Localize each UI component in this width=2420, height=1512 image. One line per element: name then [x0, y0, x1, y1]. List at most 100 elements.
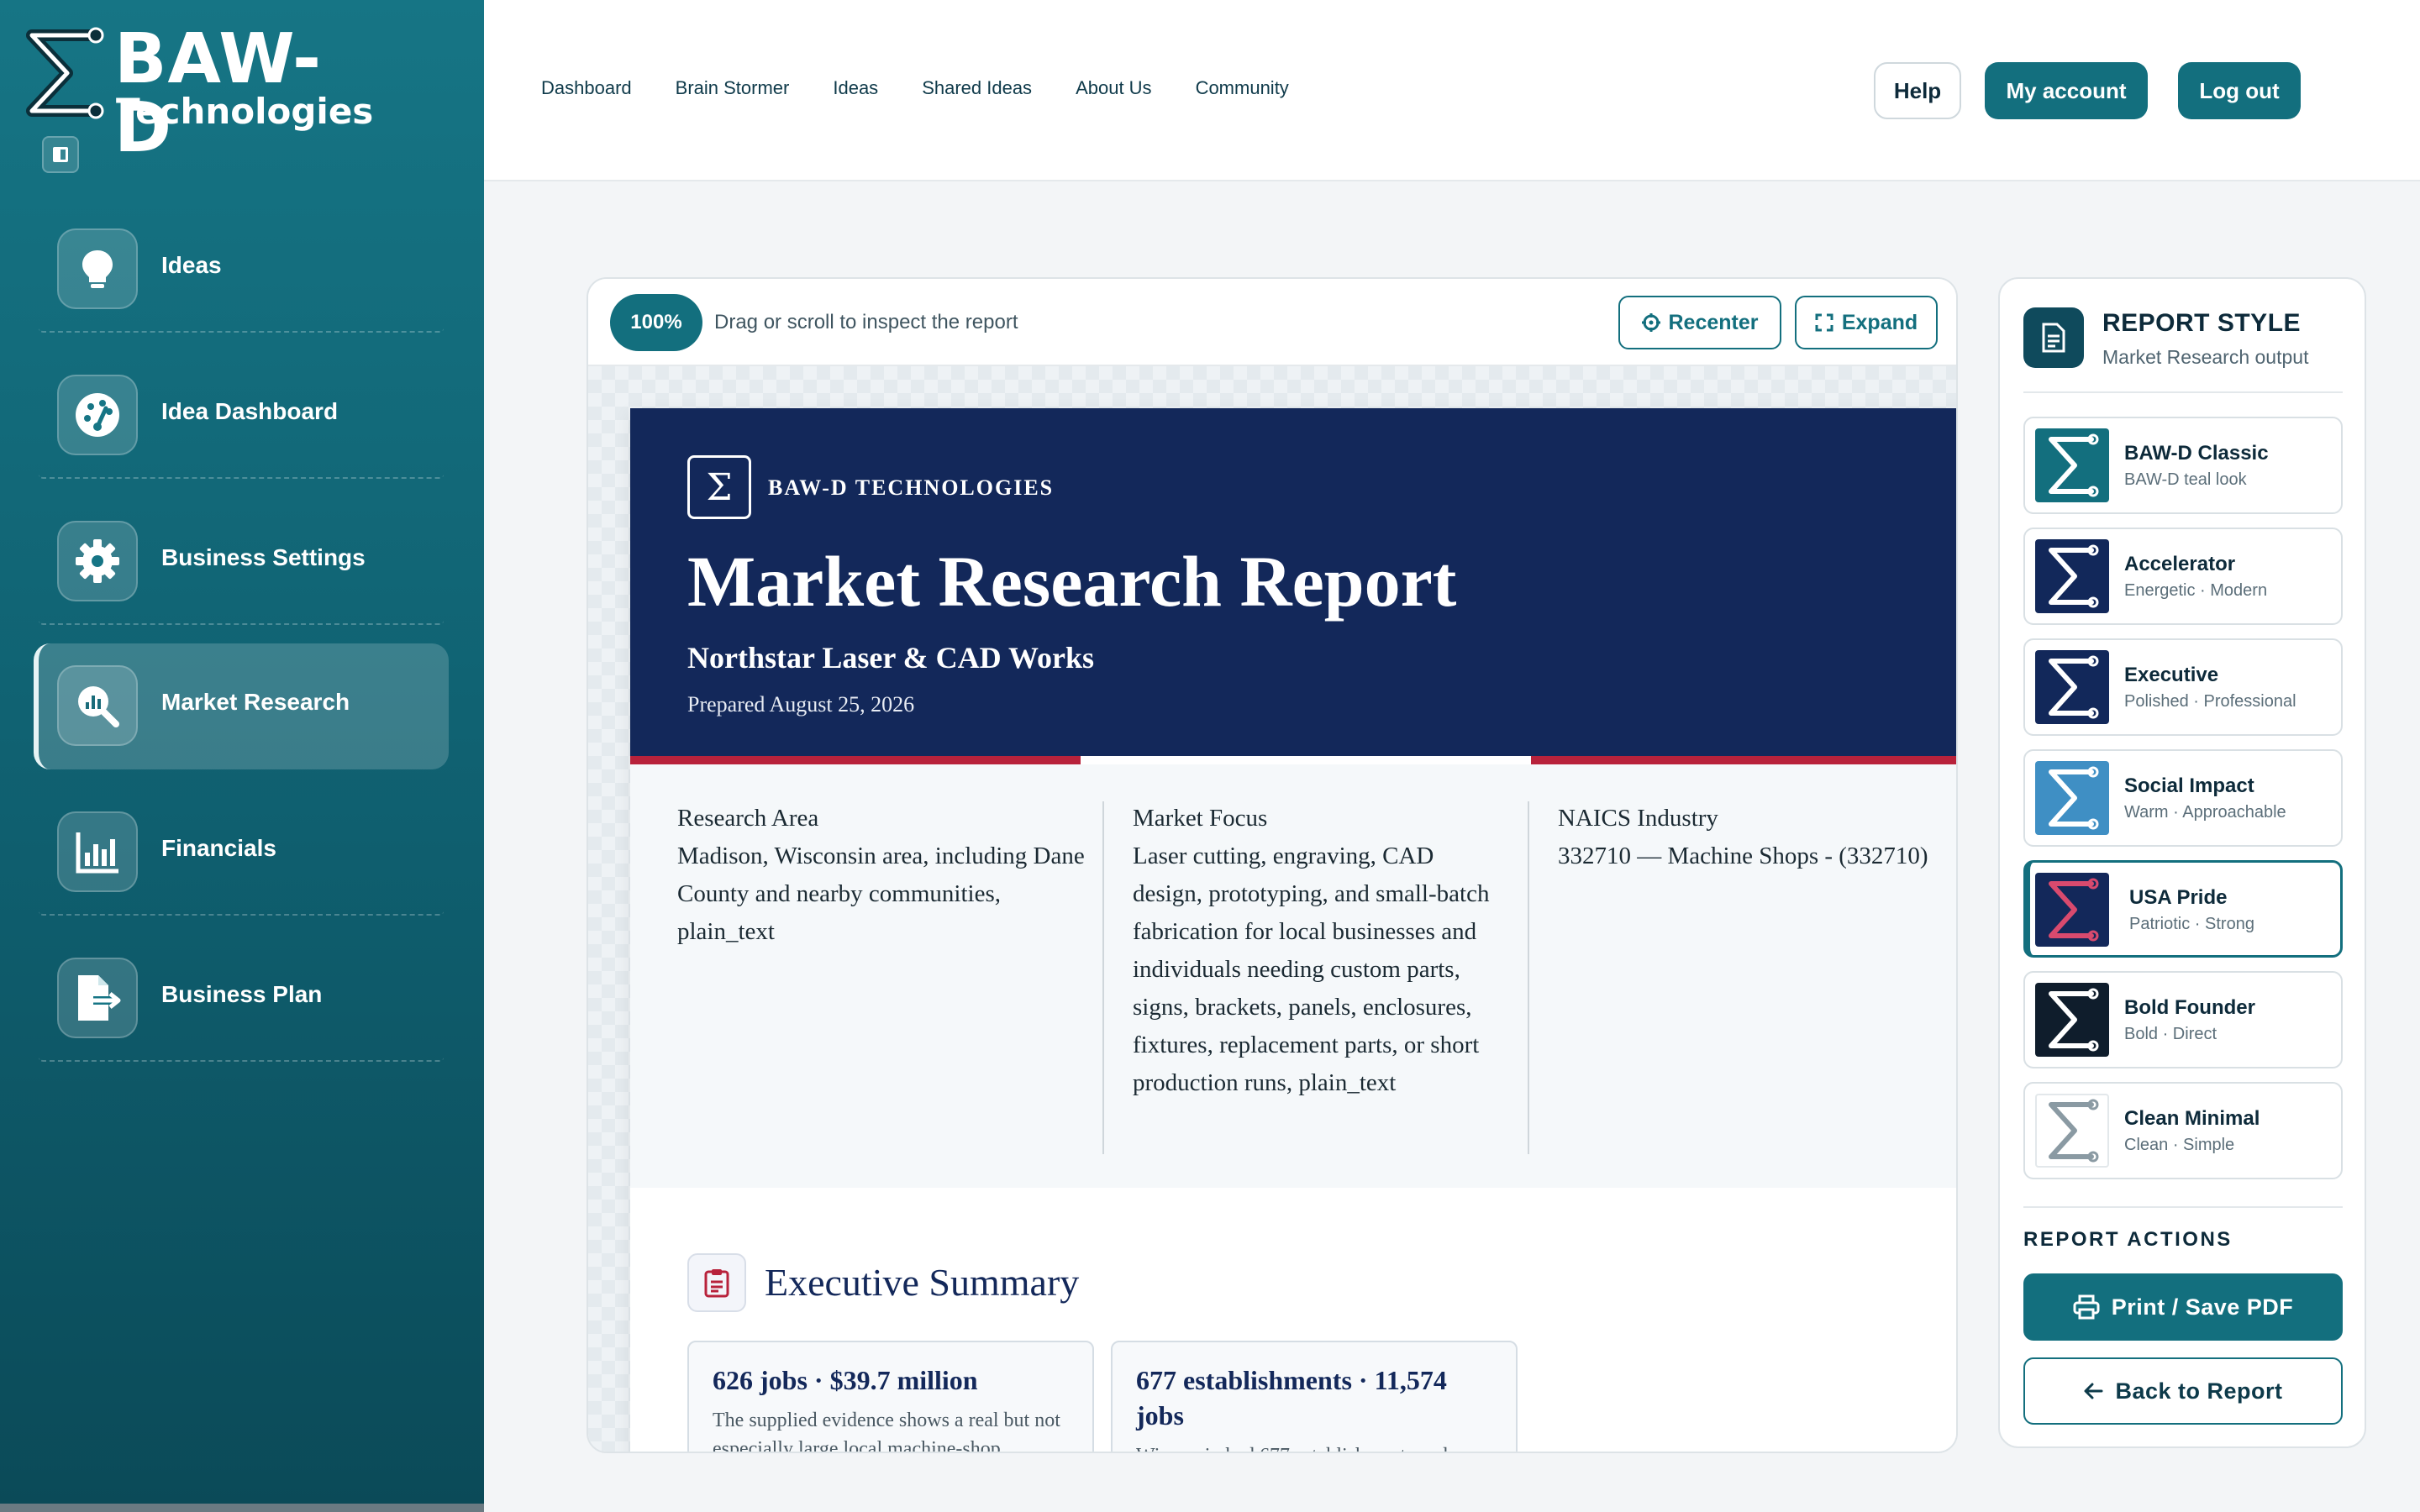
expand-button[interactable]: Expand: [1795, 296, 1938, 349]
sigma-logo-icon: [2035, 650, 2109, 724]
help-button[interactable]: Help: [1874, 62, 1961, 119]
panel-title: REPORT STYLE: [2102, 309, 2302, 337]
print-save-pdf-button[interactable]: Print / Save PDF: [2023, 1273, 2343, 1341]
report-header: Σ BAW-D TECHNOLOGIES Market Research Rep…: [630, 408, 1956, 764]
sidebar-toggle-icon: [53, 147, 68, 162]
meta-divider: [1102, 801, 1104, 1154]
gear-icon: [57, 521, 138, 601]
nav-link-about-us[interactable]: About Us: [1076, 77, 1152, 99]
panel-divider: [2023, 391, 2343, 393]
expand-icon: [1815, 313, 1833, 332]
header-stripe-red: [1531, 756, 1956, 764]
style-option-description: Energetic · Modern: [2124, 581, 2268, 600]
sigma-logo-icon: [2035, 428, 2109, 502]
sidebar-item-market-research[interactable]: Market Research: [34, 643, 449, 769]
meta-research-area: Research Area Madison, Wisconsin area, i…: [677, 800, 1097, 951]
sidebar-scrollbar[interactable]: [0, 1504, 484, 1512]
summary-card-title: 677 establishments · 11,574 jobs: [1136, 1365, 1447, 1431]
sigma-logo-icon: [2035, 761, 2109, 835]
meta-divider: [1528, 801, 1529, 1154]
sidebar-item-idea-dashboard[interactable]: Idea Dashboard: [34, 353, 449, 479]
report-prepared-date: Prepared August 25, 2026: [687, 692, 915, 717]
lightbulb-icon: [57, 228, 138, 309]
zoom-level-badge: 100%: [610, 294, 702, 351]
nav-link-ideas[interactable]: Ideas: [833, 77, 878, 99]
style-option-name: Social Impact: [2124, 774, 2254, 797]
style-option-accelerator[interactable]: Accelerator Energetic · Modern: [2023, 528, 2343, 625]
report-style-panel: REPORT STYLE Market Research output BAW-…: [1998, 277, 2366, 1448]
nav-link-brain-stormer[interactable]: Brain Stormer: [676, 77, 790, 99]
meta-value: 332710 — Machine Shops - (332710): [1558, 843, 1928, 869]
printer-icon: [2073, 1294, 2100, 1320]
sidebar-item-business-settings[interactable]: Business Settings: [34, 499, 449, 625]
report-business-name: Northstar Laser & CAD Works: [687, 641, 1094, 675]
style-option-clean-minimal[interactable]: Clean Minimal Clean · Simple: [2023, 1082, 2343, 1179]
summary-card-text: The supplied evidence shows a real but n…: [713, 1410, 1060, 1453]
document-icon: [2023, 307, 2084, 368]
meta-label: Research Area: [677, 805, 819, 832]
recenter-label: Recenter: [1668, 310, 1759, 334]
style-option-name: Bold Founder: [2124, 996, 2255, 1019]
sidebar-collapse-button[interactable]: [42, 136, 79, 173]
sidebar-item-label: Business Settings: [161, 544, 366, 570]
bar-chart-icon: [57, 811, 138, 892]
nav-link-shared-ideas[interactable]: Shared Ideas: [922, 77, 1032, 99]
sigma-logo-icon: [2035, 983, 2109, 1057]
sidebar-item-label: Business Plan: [161, 981, 323, 1007]
brand-subtitle: Technologies: [116, 91, 374, 132]
section-title-executive-summary: Executive Summary: [765, 1261, 1080, 1304]
report-body: Executive Summary 626 jobs · $39.7 milli…: [630, 1188, 1956, 1453]
sigma-logo-icon: Σ: [687, 455, 751, 519]
arrow-left-icon: [2084, 1383, 2103, 1399]
sidebar-item-financials[interactable]: Financials: [34, 790, 449, 916]
back-to-report-button[interactable]: Back to Report: [2023, 1357, 2343, 1425]
back-label: Back to Report: [2115, 1378, 2283, 1404]
meta-value: Madison, Wisconsin area, including Dane …: [677, 843, 1085, 945]
style-option-executive[interactable]: Executive Polished · Professional: [2023, 638, 2343, 736]
report-meta: Research Area Madison, Wisconsin area, i…: [630, 764, 1956, 1188]
header-stripe-red: [630, 756, 1081, 764]
brand-logo[interactable]: BAW-D Technologies: [20, 24, 373, 163]
recenter-button[interactable]: Recenter: [1618, 296, 1781, 349]
style-option-description: Polished · Professional: [2124, 692, 2296, 711]
crosshair-icon: [1641, 313, 1660, 332]
summary-card: 626 jobs · $39.7 million The supplied ev…: [687, 1341, 1094, 1453]
top-nav-links: Dashboard Brain Stormer Ideas Shared Ide…: [541, 77, 1289, 99]
my-account-button[interactable]: My account: [1985, 62, 2148, 119]
style-option-description: BAW-D teal look: [2124, 470, 2247, 489]
style-option-description: Patriotic · Strong: [2129, 915, 2254, 933]
style-option-usa-pride[interactable]: USA Pride Patriotic · Strong: [2023, 860, 2343, 958]
style-option-name: Executive: [2124, 664, 2219, 686]
sidebar-item-label: Financials: [161, 835, 276, 861]
panel-subtitle: Market Research output: [2102, 346, 2309, 368]
report-canvas[interactable]: Σ BAW-D TECHNOLOGIES Market Research Rep…: [588, 366, 1956, 1453]
log-out-button[interactable]: Log out: [2178, 62, 2301, 119]
style-option-social-impact[interactable]: Social Impact Warm · Approachable: [2023, 749, 2343, 847]
sidebar-item-label: Ideas: [161, 252, 222, 278]
report-title: Market Research Report: [687, 541, 1457, 622]
sidebar-item-label: Market Research: [161, 689, 350, 715]
style-option-name: Accelerator: [2124, 553, 2236, 575]
report-actions-label: REPORT ACTIONS: [2023, 1228, 2233, 1251]
meta-market-focus: Market Focus Laser cutting, engraving, C…: [1133, 800, 1502, 1102]
research-magnifier-icon: [57, 665, 138, 746]
sidebar-item-label: Idea Dashboard: [161, 398, 339, 424]
viewer-toolbar: 100% Drag or scroll to inspect the repor…: [588, 279, 1956, 366]
expand-label: Expand: [1841, 310, 1918, 334]
style-option-name: BAW-D Classic: [2124, 442, 2269, 465]
document-export-icon: [57, 958, 138, 1038]
meta-naics-industry: NAICS Industry 332710 — Machine Shops - …: [1558, 800, 1956, 875]
top-navigation-bar: Dashboard Brain Stormer Ideas Shared Ide…: [484, 0, 2420, 181]
nav-link-community[interactable]: Community: [1196, 77, 1289, 99]
meta-value: Laser cutting, engraving, CAD design, pr…: [1133, 843, 1490, 1096]
style-option-bold-founder[interactable]: Bold Founder Bold · Direct: [2023, 971, 2343, 1068]
sigma-logo-icon: [2035, 873, 2109, 947]
nav-link-dashboard[interactable]: Dashboard: [541, 77, 632, 99]
report-company-name: BAW-D TECHNOLOGIES: [768, 475, 1055, 500]
sidebar-item-business-plan[interactable]: Business Plan: [34, 936, 449, 1062]
meta-label: NAICS Industry: [1558, 805, 1718, 832]
sidebar-item-ideas[interactable]: Ideas: [34, 207, 449, 333]
style-option-baw-d-classic[interactable]: BAW-D Classic BAW-D teal look: [2023, 417, 2343, 514]
sigma-logo-icon: [2035, 539, 2109, 613]
report-document: Σ BAW-D TECHNOLOGIES Market Research Rep…: [630, 408, 1956, 1453]
